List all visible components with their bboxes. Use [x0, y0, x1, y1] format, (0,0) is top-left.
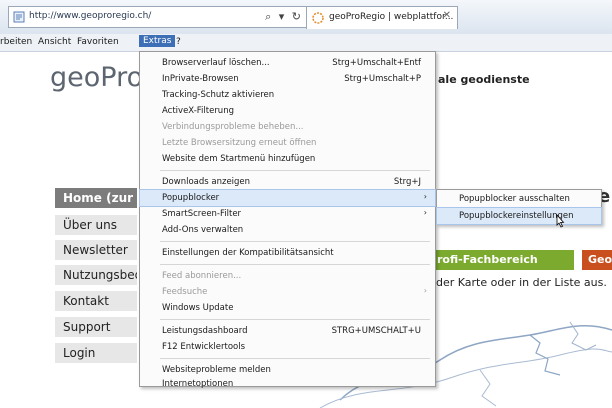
- menu-item-addons[interactable]: Add-Ons verwalten: [140, 222, 435, 238]
- menu-separator: [160, 264, 430, 265]
- menu-item-smartscreen[interactable]: SmartScreen-Filter ›: [140, 206, 435, 222]
- browser-toolbar: http://www.geoproregio.ch/ ⌕ ▾ ↻ geoProR…: [0, 0, 612, 35]
- submenu-arrow-icon: ›: [423, 192, 427, 201]
- menu-item-kompatibilitaet[interactable]: Einstellungen der Kompatibilitätsansicht: [140, 245, 435, 261]
- map-instructions: der Karte oder in der Liste aus.: [436, 276, 607, 289]
- menu-item-downloads[interactable]: Downloads anzeigen Strg+J: [140, 174, 435, 190]
- menu-item-label: Leistungsdashboard: [162, 326, 248, 336]
- menu-item-shortcut: STRG+UMSCHALT+U: [331, 326, 421, 336]
- menu-item-shortcut: Strg+J: [393, 177, 421, 187]
- nav-home[interactable]: Home (zur K: [55, 188, 137, 210]
- address-tools-icons[interactable]: ⌕ ▾ ↻: [265, 10, 303, 24]
- menu-separator: [160, 319, 430, 320]
- menu-separator: [160, 241, 430, 242]
- geo-button[interactable]: Geo: [582, 250, 612, 270]
- menu-favoriten[interactable]: Favoriten: [77, 37, 119, 47]
- menu-help[interactable]: ?: [176, 37, 181, 47]
- menu-item-tracking-schutz[interactable]: Tracking-Schutz aktivieren: [140, 87, 435, 103]
- submenu-arrow-icon: ›: [423, 208, 427, 217]
- tab-title: geoProRegio | webplattfor...: [329, 12, 454, 22]
- menu-item-activex[interactable]: ActiveX-Filterung: [140, 103, 435, 119]
- page-icon: [13, 11, 25, 23]
- menu-bearbeiten[interactable]: rbeiten: [0, 37, 32, 47]
- menu-item-label: Verbindungsprobleme beheben...: [162, 122, 304, 132]
- menu-item-label: InPrivate-Browsen: [162, 74, 239, 84]
- menu-item-label: Windows Update: [162, 303, 234, 313]
- menu-item-popupblocker[interactable]: Popupblocker ›: [139, 189, 436, 207]
- menu-item-label: ActiveX-Filterung: [162, 106, 234, 116]
- menu-item-windows-update[interactable]: Windows Update: [140, 300, 435, 316]
- menu-item-leistungsdashboard[interactable]: Leistungsdashboard STRG+UMSCHALT+U: [140, 323, 435, 339]
- menu-item-feedsuche: Feedsuche ›: [140, 284, 435, 300]
- submenu-arrow-icon: ›: [423, 286, 427, 295]
- menu-item-letzte-sitzung: Letzte Browsersitzung erneut öffnen: [140, 135, 435, 151]
- menu-item-inprivate[interactable]: InPrivate-Browsen Strg+Umschalt+P: [140, 71, 435, 87]
- menu-separator: [160, 170, 430, 171]
- menu-item-label: Downloads anzeigen: [162, 177, 251, 187]
- menu-item-verbindungsprobleme: Verbindungsprobleme beheben...: [140, 119, 435, 135]
- menu-item-label: Tracking-Schutz aktivieren: [162, 90, 275, 100]
- menu-item-label: Letzte Browsersitzung erneut öffnen: [162, 138, 317, 148]
- nav-login[interactable]: Login: [55, 343, 137, 365]
- address-bar[interactable]: http://www.geoproregio.ch/ ⌕ ▾ ↻: [8, 6, 308, 28]
- nav-newsletter[interactable]: Newsletter: [55, 240, 137, 262]
- menu-item-label: Feedsuche: [162, 287, 208, 297]
- menu-extras[interactable]: Extras: [139, 35, 176, 47]
- browser-tab[interactable]: geoProRegio | webplattfor... ✕: [306, 6, 458, 29]
- menu-ansicht[interactable]: Ansicht: [38, 37, 71, 47]
- menu-item-popupblocker-ausschalten[interactable]: Popupblocker ausschalten: [437, 191, 601, 207]
- nav-nutzungsbedingungen[interactable]: Nutzungsbed: [55, 265, 137, 287]
- nav-kontakt[interactable]: Kontakt: [55, 291, 137, 313]
- menu-item-label: Internetoptionen: [162, 379, 234, 389]
- menu-item-popupblockereinstellungen[interactable]: Popupblockereinstellungen: [436, 207, 602, 225]
- menu-item-startmenue[interactable]: Website dem Startmenü hinzufügen: [140, 151, 435, 167]
- profi-fachbereich-button[interactable]: rofi-Fachbereich: [432, 250, 574, 270]
- site-favicon-icon: [312, 12, 324, 24]
- menu-item-label: SmartScreen-Filter: [162, 209, 242, 219]
- menu-item-label: Website dem Startmenü hinzufügen: [162, 154, 316, 164]
- nav-ueber-uns[interactable]: Über uns: [55, 215, 137, 237]
- menu-item-f12-entwicklertools[interactable]: F12 Entwicklertools: [140, 339, 435, 355]
- menu-item-browserverlauf[interactable]: Browserverlauf löschen... Strg+Umschalt+…: [140, 55, 435, 71]
- popupblocker-submenu: Popupblocker ausschalten Popupblockerein…: [436, 189, 602, 225]
- address-url[interactable]: http://www.geoproregio.ch/: [29, 11, 151, 21]
- menu-item-label: Popupblocker: [162, 193, 220, 203]
- menu-item-label: Popupblocker ausschalten: [459, 194, 570, 204]
- menu-item-shortcut: Strg+Umschalt+P: [344, 74, 421, 84]
- site-logo[interactable]: geoPro: [50, 62, 143, 93]
- menu-item-shortcut: Strg+Umschalt+Entf: [332, 58, 421, 68]
- browser-window: http://www.geoproregio.ch/ ⌕ ▾ ↻ geoProR…: [0, 0, 612, 408]
- menu-item-feed-abonnieren: Feed abonnieren...: [140, 268, 435, 284]
- menu-item-label: F12 Entwicklertools: [162, 342, 246, 352]
- tab-close-icon[interactable]: ✕: [443, 10, 451, 21]
- menu-item-internetoptionen[interactable]: Internetoptionen: [140, 376, 435, 392]
- menu-item-label: Browserverlauf löschen...: [162, 58, 270, 68]
- menu-bar: rbeiten Ansicht Favoriten Extras ?: [0, 34, 612, 52]
- extras-menu: Browserverlauf löschen... Strg+Umschalt+…: [139, 51, 436, 389]
- menu-item-label: Feed abonnieren...: [162, 271, 242, 281]
- nav-support[interactable]: Support: [55, 317, 137, 339]
- pointer-cursor-icon: [556, 214, 565, 228]
- menu-separator: [160, 358, 430, 359]
- menu-item-label: Websiteprobleme melden: [162, 365, 271, 375]
- site-tagline: ale geodienste: [438, 73, 530, 86]
- menu-item-label: Einstellungen der Kompatibilitätsansicht: [162, 248, 334, 258]
- menu-item-label: Add-Ons verwalten: [162, 225, 244, 235]
